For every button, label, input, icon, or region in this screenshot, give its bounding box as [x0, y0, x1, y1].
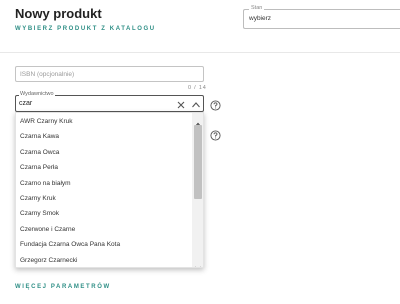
isbn-input[interactable]: ISBN (opcjonalnie)	[15, 66, 204, 82]
publisher-input[interactable]: Wydawnictwo czar	[15, 91, 204, 112]
stan-label: Stan	[249, 5, 265, 11]
scroll-up-arrow-icon[interactable]	[194, 115, 202, 128]
isbn-placeholder: ISBN (opcjonalnie)	[20, 71, 75, 78]
stan-value: wybierz	[249, 15, 272, 22]
scroll-down-arrow-icon[interactable]	[194, 259, 202, 267]
dropdown-scrollbar[interactable]	[192, 113, 203, 267]
dropdown-option[interactable]: Grzegorz Czarnecki	[20, 252, 77, 267]
publisher-label: Wydawnictwo	[19, 91, 55, 97]
clear-icon[interactable]	[175, 98, 187, 110]
help-icon[interactable]	[210, 98, 221, 111]
stan-select[interactable]: Stan wybierz	[243, 5, 400, 29]
page-title: Nowy produkt	[15, 6, 102, 21]
isbn-char-counter: 0 / 14	[188, 85, 207, 91]
chevron-up-icon[interactable]	[190, 98, 202, 110]
more-parameters-link[interactable]: WIĘCEJ PARAMETRÓW	[15, 284, 111, 290]
scrollbar-thumb[interactable]	[194, 125, 202, 199]
publisher-value: czar	[19, 100, 33, 107]
section-divider	[0, 52, 400, 53]
choose-from-catalog-link[interactable]: WYBIERZ PRODUKT Z KATALOGU	[15, 26, 156, 32]
publisher-dropdown: AWR Czarny Kruk Czarna Kawa Czarna Owca …	[15, 112, 204, 268]
help-icon[interactable]	[210, 128, 221, 141]
